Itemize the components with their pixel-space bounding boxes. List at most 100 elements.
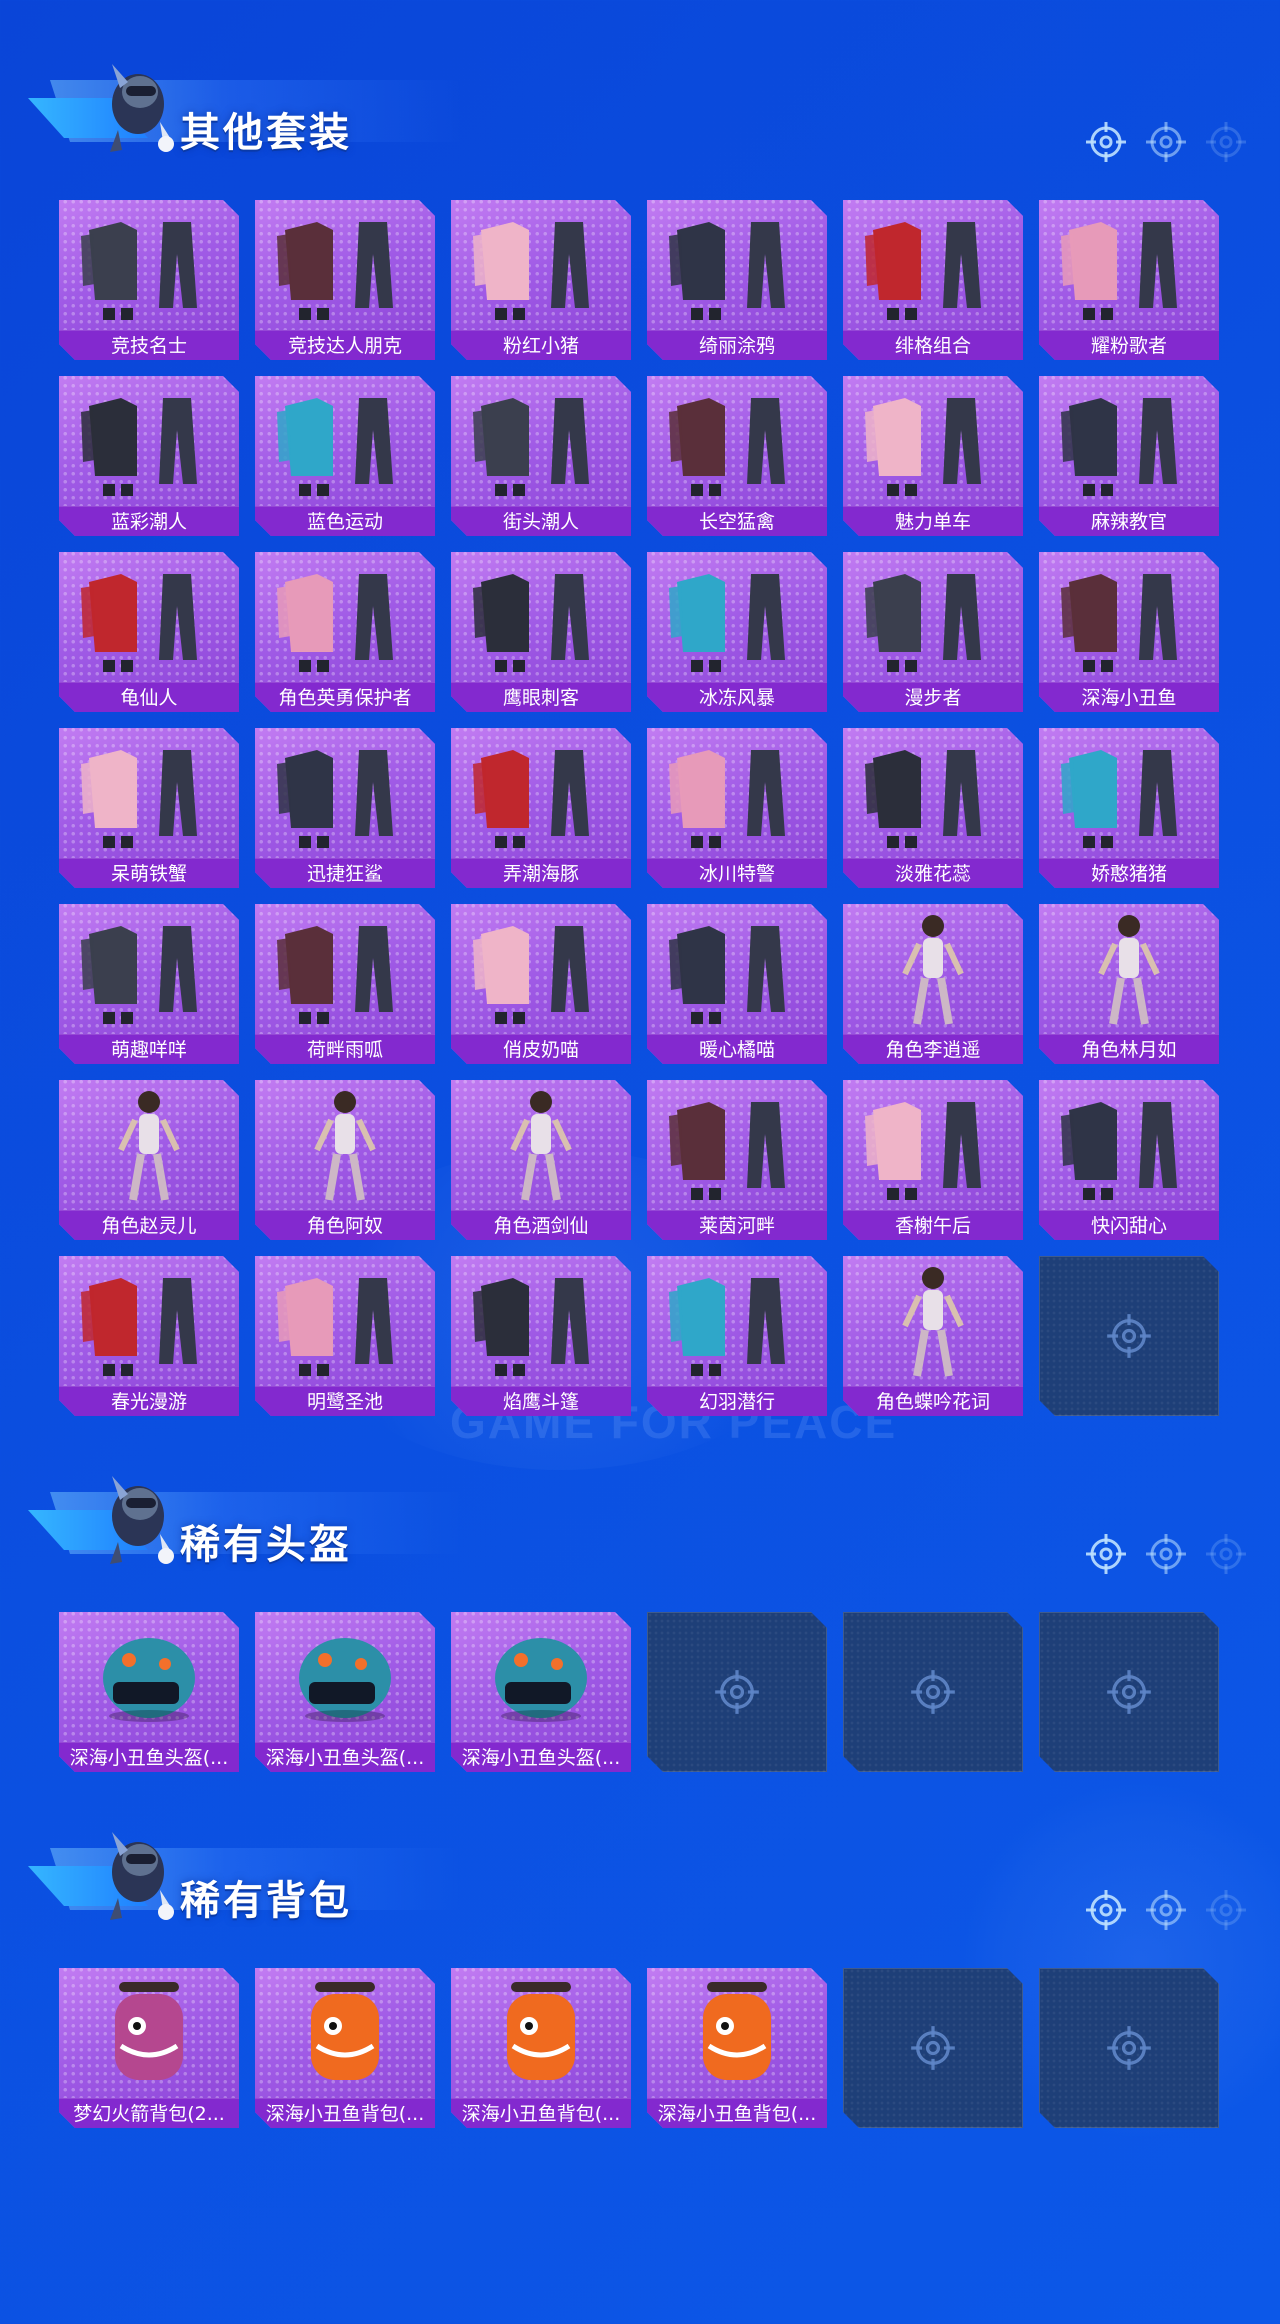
item-card[interactable]: 竞技达人朋克 (255, 200, 435, 360)
item-card[interactable]: 竞技名士 (59, 200, 239, 360)
item-name: 麻辣教官 (1039, 506, 1219, 536)
item-card[interactable]: 冰冻风暴 (647, 552, 827, 712)
outfit-icon (473, 398, 589, 496)
item-name: 绮丽涂鸦 (647, 330, 827, 360)
item-card[interactable]: 长空猛禽 (647, 376, 827, 536)
item-card[interactable]: 角色蝶吟花词 (843, 1256, 1023, 1416)
item-card[interactable]: 街头潮人 (451, 376, 631, 536)
item-card[interactable]: 深海小丑鱼背包(... (255, 1968, 435, 2128)
crosshair-icon (1204, 1888, 1248, 1932)
item-name: 春光漫游 (59, 1386, 239, 1416)
item-card[interactable]: 梦幻火箭背包(2... (59, 1968, 239, 2128)
item-name: 蓝彩潮人 (59, 506, 239, 536)
outfit-icon (669, 398, 785, 496)
item-card[interactable]: 龟仙人 (59, 552, 239, 712)
item-card[interactable]: 深海小丑鱼头盔(... (255, 1612, 435, 1772)
item-card[interactable]: 角色赵灵儿 (59, 1080, 239, 1240)
item-name: 暖心橘喵 (647, 1034, 827, 1064)
item-card[interactable]: 角色阿奴 (255, 1080, 435, 1240)
item-name: 幻羽潜行 (647, 1386, 827, 1416)
item-card[interactable]: 萌趣咩咩 (59, 904, 239, 1064)
item-name: 角色李逍遥 (843, 1034, 1023, 1064)
item-card[interactable]: 绮丽涂鸦 (647, 200, 827, 360)
item-name: 呆萌铁蟹 (59, 858, 239, 888)
item-card[interactable]: 迅捷狂鲨 (255, 728, 435, 888)
item-name: 漫步者 (843, 682, 1023, 712)
item-card[interactable]: 明鹭圣池 (255, 1256, 435, 1416)
backpack-icon (115, 1982, 183, 2080)
outfit-icon (473, 926, 589, 1024)
backpack-icon (703, 1982, 771, 2080)
item-card[interactable]: 深海小丑鱼头盔(... (451, 1612, 631, 1772)
crosshair-icon (909, 1668, 957, 1716)
item-card[interactable]: 快闪甜心 (1039, 1080, 1219, 1240)
outfit-icon (473, 750, 589, 848)
helmet-icon (103, 1638, 195, 1722)
item-card[interactable]: 香榭午后 (843, 1080, 1023, 1240)
crosshair-icon (909, 2024, 957, 2072)
item-card[interactable]: 深海小丑鱼 (1039, 552, 1219, 712)
item-card[interactable]: 角色李逍遥 (843, 904, 1023, 1064)
item-name: 迅捷狂鲨 (255, 858, 435, 888)
item-card[interactable]: 麻辣教官 (1039, 376, 1219, 536)
outfit-icon (669, 750, 785, 848)
item-card[interactable]: 角色英勇保护者 (255, 552, 435, 712)
section-header: 其他套装 (28, 50, 462, 162)
item-card[interactable]: 荷畔雨呱 (255, 904, 435, 1064)
item-card[interactable]: 蓝彩潮人 (59, 376, 239, 536)
item-card[interactable]: 冰川特警 (647, 728, 827, 888)
item-card[interactable]: 角色酒剑仙 (451, 1080, 631, 1240)
item-card[interactable]: 淡雅花蕊 (843, 728, 1023, 888)
empty-slot (647, 1612, 827, 1772)
item-name: 鹰眼刺客 (451, 682, 631, 712)
item-card[interactable]: 深海小丑鱼背包(... (647, 1968, 827, 2128)
item-card[interactable]: 莱茵河畔 (647, 1080, 827, 1240)
outfit-icon (669, 926, 785, 1024)
item-card[interactable]: 弄潮海豚 (451, 728, 631, 888)
item-card[interactable]: 蓝色运动 (255, 376, 435, 536)
item-card[interactable]: 俏皮奶喵 (451, 904, 631, 1064)
item-card[interactable]: 角色林月如 (1039, 904, 1219, 1064)
item-name: 竞技名士 (59, 330, 239, 360)
item-card[interactable]: 魅力单车 (843, 376, 1023, 536)
outfit-icon (81, 398, 197, 496)
item-name: 淡雅花蕊 (843, 858, 1023, 888)
item-card[interactable]: 绯格组合 (843, 200, 1023, 360)
section-decor-reticles (1084, 1888, 1254, 1934)
item-name: 明鹭圣池 (255, 1386, 435, 1416)
item-card[interactable]: 漫步者 (843, 552, 1023, 712)
item-name: 深海小丑鱼头盔(... (59, 1742, 239, 1772)
item-name: 深海小丑鱼 (1039, 682, 1219, 712)
mascot-icon (110, 1832, 174, 1920)
item-name: 荷畔雨呱 (255, 1034, 435, 1064)
item-card[interactable]: 娇憨猪猪 (1039, 728, 1219, 888)
item-card[interactable]: 呆萌铁蟹 (59, 728, 239, 888)
item-name: 快闪甜心 (1039, 1210, 1219, 1240)
item-card[interactable]: 深海小丑鱼背包(... (451, 1968, 631, 2128)
crosshair-icon (713, 1668, 761, 1716)
item-card[interactable]: 春光漫游 (59, 1256, 239, 1416)
item-card[interactable]: 幻羽潜行 (647, 1256, 827, 1416)
crosshair-icon (1144, 1888, 1188, 1932)
empty-slot (1039, 1256, 1219, 1416)
section-title: 稀有头盔 (180, 1522, 352, 1568)
item-name: 魅力单车 (843, 506, 1023, 536)
outfit-icon (1061, 398, 1177, 496)
item-card[interactable]: 鹰眼刺客 (451, 552, 631, 712)
character-icon (314, 1091, 376, 1201)
outfit-icon (473, 1278, 589, 1376)
item-card[interactable]: 深海小丑鱼头盔(... (59, 1612, 239, 1772)
item-name: 俏皮奶喵 (451, 1034, 631, 1064)
outfit-icon (473, 222, 589, 320)
item-name: 深海小丑鱼头盔(... (451, 1742, 631, 1772)
section-decor-reticles (1084, 120, 1254, 166)
item-card[interactable]: 耀粉歌者 (1039, 200, 1219, 360)
item-name: 街头潮人 (451, 506, 631, 536)
item-card[interactable]: 粉红小猪 (451, 200, 631, 360)
item-name: 蓝色运动 (255, 506, 435, 536)
item-card[interactable]: 暖心橘喵 (647, 904, 827, 1064)
item-name: 深海小丑鱼背包(... (647, 2098, 827, 2128)
outfit-icon (81, 750, 197, 848)
crosshair-icon (1084, 120, 1128, 164)
item-card[interactable]: 焰鹰斗篷 (451, 1256, 631, 1416)
